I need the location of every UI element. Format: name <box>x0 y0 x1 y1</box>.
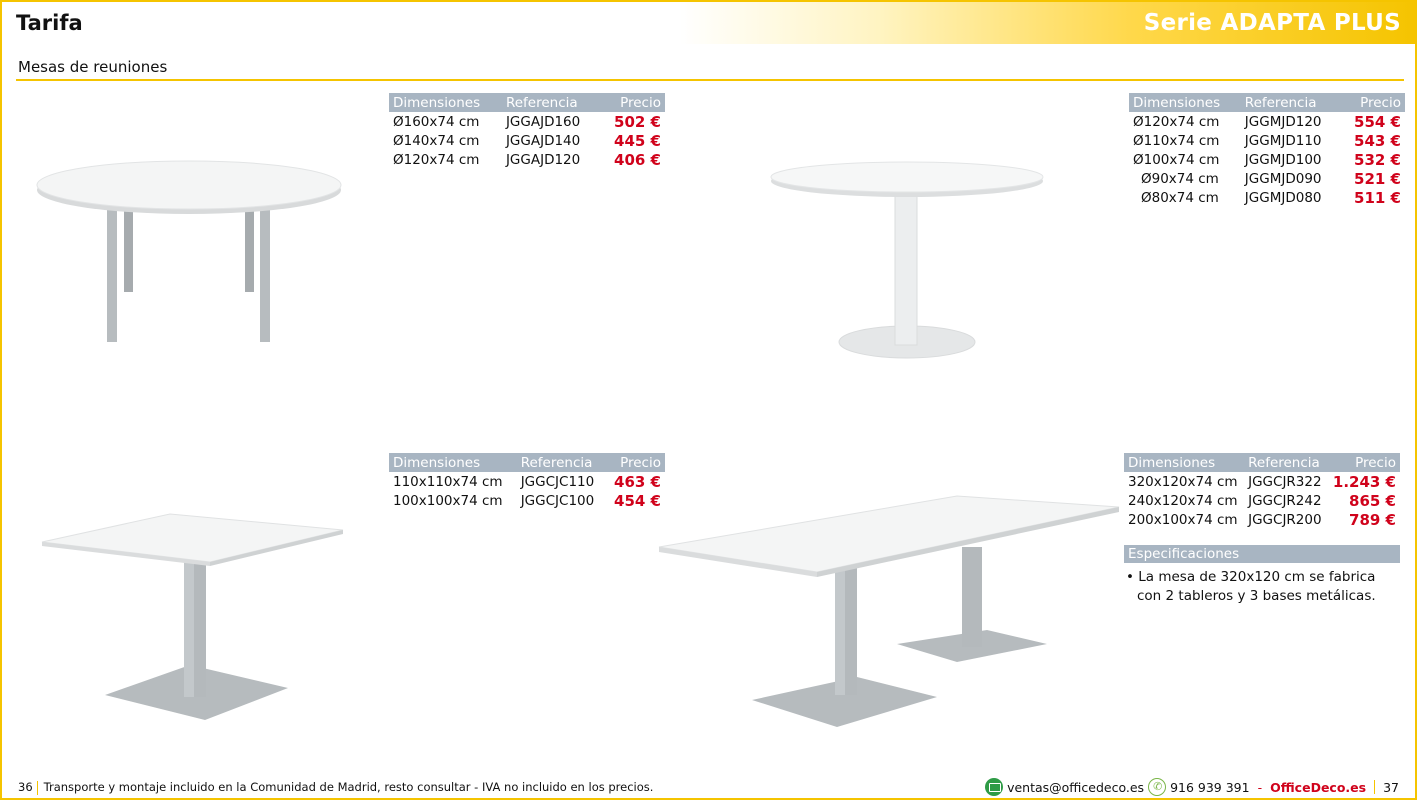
col-price: Precio <box>1340 93 1405 112</box>
section-title: Mesas de reuniones <box>18 58 168 76</box>
col-dimensions: Dimensiones <box>389 453 517 472</box>
price-cell: 454 € <box>614 491 661 510</box>
table-row: Ø100x74 cm JGGMJD100 532 € <box>1129 150 1405 169</box>
dimension-cell: Ø120x74 cm <box>393 151 480 168</box>
price-cell: 532 € <box>1354 150 1401 169</box>
price-cell: 463 € <box>614 472 661 491</box>
price-table-square: Dimensiones Referencia Precio 110x110x74… <box>389 453 665 510</box>
reference-cell: JGGAJD120 <box>505 151 581 168</box>
price-cell: 502 € <box>614 112 661 131</box>
reference-cell: JGGMJD080 <box>1244 189 1322 206</box>
col-dimensions: Dimensiones <box>1124 453 1245 472</box>
price-cell: 554 € <box>1354 112 1401 131</box>
phone-number[interactable]: 916 939 391 <box>1170 780 1250 795</box>
col-reference: Referencia <box>516 453 606 472</box>
price-cell: 445 € <box>614 131 661 150</box>
reference-cell: JGGAJD140 <box>505 132 581 149</box>
price-cell: 406 € <box>614 150 661 169</box>
dimension-cell: Ø100x74 cm <box>1133 151 1220 168</box>
dimension-cell: Ø120x74 cm <box>1133 113 1220 130</box>
page-number-left: 36 <box>18 780 33 794</box>
price-cell: 789 € <box>1349 510 1396 529</box>
table-row: Ø90x74 cm JGGMJD090 521 € <box>1129 169 1405 188</box>
table-row: Ø160x74 cm JGGAJD160 502 € <box>389 112 665 131</box>
col-reference: Referencia <box>1240 93 1341 112</box>
reference-cell: JGGCJR322 <box>1248 473 1322 490</box>
catalog-page: Tarifa Serie ADAPTA PLUS Mesas de reunio… <box>0 0 1417 800</box>
table-row: Ø120x74 cm JGGAJD120 406 € <box>389 150 665 169</box>
col-dimensions: Dimensiones <box>1129 93 1241 112</box>
price-cell: 543 € <box>1354 131 1401 150</box>
page-title: Tarifa <box>16 11 83 35</box>
table-row: Ø120x74 cm JGGMJD120 554 € <box>1129 112 1405 131</box>
series-title: Serie ADAPTA PLUS <box>1143 10 1401 36</box>
footer-dash: - <box>1257 779 1263 795</box>
col-price: Precio <box>605 453 665 472</box>
dimension-cell: Ø160x74 cm <box>393 113 480 130</box>
price-cell: 521 € <box>1354 169 1401 188</box>
col-reference: Referencia <box>1244 453 1328 472</box>
reference-cell: JGGMJD110 <box>1244 132 1322 149</box>
rectangular-table-image <box>658 495 1120 727</box>
round-table-four-legs-image <box>36 160 342 342</box>
mail-icon <box>985 778 1004 796</box>
dimension-cell: Ø80x74 cm <box>1141 189 1219 206</box>
price-cell: 1.243 € <box>1332 472 1396 491</box>
dimension-cell: 240x120x74 cm <box>1128 492 1238 509</box>
email-link[interactable]: ventas@officedeco.es <box>1007 780 1144 795</box>
table-row: Ø80x74 cm JGGMJD080 511 € <box>1129 188 1405 207</box>
reference-cell: JGGAJD160 <box>505 113 581 130</box>
table-row: 320x120x74 cm JGGCJR322 1.243 € <box>1124 472 1400 491</box>
price-table-round-four-legs: Dimensiones Referencia Precio Ø160x74 cm… <box>389 93 665 169</box>
table-row: Ø110x74 cm JGGMJD110 543 € <box>1129 131 1405 150</box>
reference-cell: JGGMJD100 <box>1244 151 1322 168</box>
specifications-text: • La mesa de 320x120 cm se fabrica con 2… <box>1126 569 1376 604</box>
footer-divider <box>36 780 38 795</box>
specifications-heading: Especificaciones <box>1124 545 1400 563</box>
reference-cell: JGGCJC110 <box>520 473 595 490</box>
table-row: 100x100x74 cm JGGCJC100 454 € <box>389 491 665 510</box>
dimension-cell: 320x120x74 cm <box>1128 473 1238 490</box>
table-row: 200x100x74 cm JGGCJR200 789 € <box>1124 510 1400 529</box>
dimension-cell: Ø140x74 cm <box>393 132 480 149</box>
col-dimensions: Dimensiones <box>389 93 502 112</box>
footer-note: 36 Transporte y montaje incluido en la Co… <box>18 780 653 795</box>
dimension-cell: Ø110x74 cm <box>1133 132 1220 149</box>
col-price: Precio <box>1327 453 1400 472</box>
header-bar: Tarifa Serie ADAPTA PLUS <box>2 2 1415 44</box>
dimension-cell: 110x110x74 cm <box>393 473 503 490</box>
reference-cell: JGGCJC100 <box>520 492 595 509</box>
reference-cell: JGGMJD120 <box>1244 113 1322 130</box>
table-row: 110x110x74 cm JGGCJC110 463 € <box>389 472 665 491</box>
col-price: Precio <box>599 93 665 112</box>
col-reference: Referencia <box>501 93 600 112</box>
round-table-pedestal-image <box>770 161 1044 359</box>
section-rule <box>16 79 1404 81</box>
reference-cell: JGGCJR200 <box>1248 511 1322 528</box>
price-table-rectangular: Dimensiones Referencia Precio 320x120x74… <box>1124 453 1400 529</box>
reference-cell: JGGMJD090 <box>1244 170 1322 187</box>
price-table-round-pedestal: Dimensiones Referencia Precio Ø120x74 cm… <box>1129 93 1405 207</box>
price-cell: 511 € <box>1354 188 1401 207</box>
dimension-cell: 100x100x74 cm <box>393 492 503 509</box>
brand-link[interactable]: OfficeDeco.es <box>1270 780 1366 795</box>
dimension-cell: Ø90x74 cm <box>1141 170 1219 187</box>
price-cell: 865 € <box>1349 491 1396 510</box>
reference-cell: JGGCJR242 <box>1248 492 1322 509</box>
page-number-right: 37 <box>1383 779 1399 795</box>
footer-note-text: Transporte y montaje incluido en la Comu… <box>43 780 654 794</box>
square-table-image <box>41 513 344 720</box>
footer-divider <box>1374 780 1376 794</box>
table-row: Ø140x74 cm JGGAJD140 445 € <box>389 131 665 150</box>
footer-contact: ventas@officedeco.es ✆ 916 939 391 - Off… <box>985 778 1399 796</box>
table-row: 240x120x74 cm JGGCJR242 865 € <box>1124 491 1400 510</box>
dimension-cell: 200x100x74 cm <box>1128 511 1238 528</box>
phone-icon: ✆ <box>1148 778 1167 796</box>
